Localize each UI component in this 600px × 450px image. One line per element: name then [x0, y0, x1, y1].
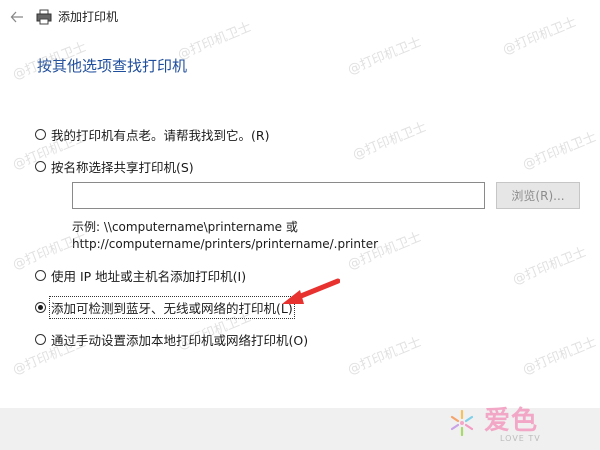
example-text: 示例: \\computername\printername 或 http://… — [72, 219, 378, 253]
watermark: @打印机卫士 — [520, 129, 599, 173]
option-bluetooth-wireless-network[interactable]: 添加可检测到蓝牙、无线或网络的打印机(L) — [35, 296, 295, 319]
shared-printer-name-input[interactable] — [72, 182, 485, 209]
logo-text: 爱色 — [484, 406, 539, 436]
browse-button[interactable]: 浏览(R)... — [496, 182, 580, 209]
annotation-arrow-icon — [282, 278, 340, 304]
title-bar: 添加打印机 — [0, 0, 600, 34]
option-ip-hostname-label: 使用 IP 地址或主机名添加打印机(I) — [51, 269, 247, 284]
watermark: @打印机卫士 — [350, 119, 429, 163]
radio-ip-hostname[interactable] — [35, 270, 46, 281]
page-heading: 按其他选项查找打印机 — [37, 57, 188, 75]
watermark: @打印机卫士 — [510, 244, 589, 288]
back-arrow-icon — [10, 11, 23, 23]
watermark: @打印机卫士 — [345, 334, 424, 378]
printer-icon — [36, 9, 52, 25]
option-manual-local-label: 通过手动设置添加本地打印机或网络打印机(O) — [51, 333, 309, 348]
option-shared-by-name-label: 按名称选择共享打印机(S) — [51, 160, 194, 175]
radio-manual-local[interactable] — [35, 334, 46, 345]
watermark: @打印机卫士 — [345, 34, 424, 78]
radio-old-printer[interactable] — [35, 129, 46, 140]
radio-shared-by-name[interactable] — [35, 161, 46, 172]
window-title: 添加打印机 — [58, 10, 119, 24]
watermark: @打印机卫士 — [520, 334, 599, 378]
option-bluetooth-wireless-network-label: 添加可检测到蓝牙、无线或网络的打印机(L) — [49, 296, 295, 319]
example-line-1: 示例: \\computername\printername 或 — [72, 220, 298, 234]
option-manual-local[interactable]: 通过手动设置添加本地打印机或网络打印机(O) — [35, 330, 308, 349]
radio-bluetooth-wireless-network[interactable] — [35, 302, 46, 313]
option-ip-hostname[interactable]: 使用 IP 地址或主机名添加打印机(I) — [35, 266, 246, 285]
back-button[interactable] — [6, 6, 28, 28]
example-line-2: http://computername/printers/printername… — [72, 237, 379, 251]
option-shared-by-name[interactable]: 按名称选择共享打印机(S) — [35, 157, 194, 176]
option-old-printer-label: 我的打印机有点老。请帮我找到它。(R) — [51, 128, 270, 143]
option-old-printer[interactable]: 我的打印机有点老。请帮我找到它。(R) — [35, 125, 269, 144]
logo-subtext: LOVE TV — [500, 434, 541, 443]
